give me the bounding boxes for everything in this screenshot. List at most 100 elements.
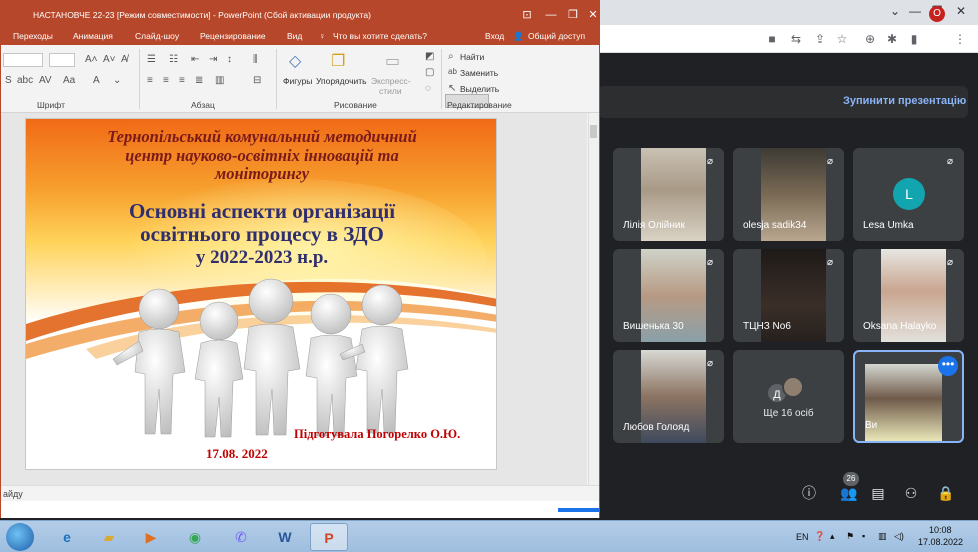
tab-review[interactable]: Рецензирование xyxy=(200,31,266,41)
media-player-icon[interactable]: ▶ xyxy=(132,523,170,551)
participant-tile[interactable]: ⌀ ТЦНЗ No6 xyxy=(733,249,844,342)
arrange-button[interactable]: Упорядочить xyxy=(316,76,367,86)
profile-avatar[interactable]: O xyxy=(929,6,945,22)
participant-tile[interactable]: ⌀ Любов Голояд xyxy=(613,350,724,443)
font-name-field[interactable] xyxy=(3,53,43,67)
shadow-icon[interactable]: abc xyxy=(17,75,33,86)
arrange-icon[interactable]: ❐ xyxy=(331,51,345,71)
tray-expand-icon[interactable]: ▴ xyxy=(830,531,835,542)
tab-animations[interactable]: Анимация xyxy=(73,31,113,41)
case-icon[interactable]: Aa xyxy=(63,75,75,86)
shape-effects-icon[interactable]: ◌ xyxy=(425,83,431,94)
sidepanel-icon[interactable]: ▮ xyxy=(906,31,922,47)
cursor-icon: ↖ xyxy=(448,83,457,94)
indent-less-icon[interactable]: ⇤ xyxy=(191,54,199,65)
close-icon[interactable]: ✕ xyxy=(583,7,603,23)
activities-icon[interactable]: ⚇ xyxy=(900,482,922,504)
select-button[interactable]: Выделить xyxy=(460,84,499,94)
ie-icon[interactable]: e xyxy=(48,523,86,551)
chevron-down-icon[interactable]: ⌄ xyxy=(884,2,906,20)
share-button[interactable]: Общий доступ xyxy=(528,31,585,41)
share-icon[interactable]: ⇪ xyxy=(812,31,828,47)
participant-tile[interactable]: ⌀ Вишенька 30 xyxy=(613,249,724,342)
camera-icon[interactable]: ■ xyxy=(764,31,780,47)
align-left-icon[interactable]: ≡ xyxy=(147,75,153,86)
shapes-button[interactable]: Фигуры xyxy=(283,76,312,86)
star-icon[interactable]: ☆ xyxy=(834,31,850,47)
close-icon[interactable]: ✕ xyxy=(950,2,972,20)
minimize-icon[interactable]: — xyxy=(541,7,561,23)
justify-icon[interactable]: ≣ xyxy=(195,75,203,86)
shape-fill-icon[interactable]: ◩ xyxy=(425,51,434,62)
clear-format-icon[interactable]: A̸ xyxy=(121,54,128,65)
quick-styles-button[interactable]: Экспресс- xyxy=(371,76,411,86)
strikethrough-icon[interactable]: S xyxy=(5,75,12,86)
spacing-icon[interactable]: AV xyxy=(39,75,52,86)
start-button[interactable] xyxy=(6,523,34,551)
info-icon[interactable]: ⓘ xyxy=(798,482,820,504)
align-right-icon[interactable]: ≡ xyxy=(179,75,185,86)
self-tile[interactable]: ••• Ви xyxy=(853,350,964,443)
replace-button[interactable]: Заменить xyxy=(460,68,498,78)
powerpoint-icon[interactable]: P xyxy=(310,523,348,551)
participant-tile[interactable]: ⌀ Лілія Олійник xyxy=(613,148,724,241)
scrollbar-thumb[interactable] xyxy=(590,125,597,138)
text-direction-icon[interactable]: ⫼ xyxy=(253,54,258,65)
translate-icon[interactable]: ⇆ xyxy=(788,31,804,47)
extension-icon[interactable]: ⊕ xyxy=(862,31,878,47)
more-participants-tile[interactable]: Д Ще 16 осіб xyxy=(733,350,844,443)
grow-font-icon[interactable]: A˄ xyxy=(85,54,98,65)
bullets-icon[interactable]: ☰ xyxy=(147,54,156,65)
line-spacing-icon[interactable]: ↕ xyxy=(227,54,232,65)
host-controls-icon[interactable]: 🔒 xyxy=(935,482,957,504)
align-center-icon[interactable]: ≡ xyxy=(163,75,169,86)
word-icon[interactable]: W xyxy=(266,523,304,551)
shapes-icon[interactable]: ◇ xyxy=(289,51,301,71)
chat-icon[interactable]: ▤ xyxy=(867,482,889,504)
viber-icon[interactable]: ✆ xyxy=(222,523,260,551)
tab-transitions[interactable]: Переходы xyxy=(13,31,53,41)
columns-icon[interactable]: ▥ xyxy=(215,75,224,86)
more-participants-label: Ще 16 осіб xyxy=(763,408,814,419)
find-button[interactable]: Найти xyxy=(460,52,484,62)
ribbon: A˄ A˅ A̸ S abc AV Aa A ⌄ Шрифт ☰ ☷ ⇤ ⇥ ↕… xyxy=(1,45,599,113)
shape-outline-icon[interactable]: ▢ xyxy=(425,67,434,78)
chrome-icon[interactable]: ◉ xyxy=(176,523,214,551)
vertical-scrollbar[interactable] xyxy=(588,113,599,485)
avatar xyxy=(782,376,804,398)
puzzle-icon[interactable]: ✱ xyxy=(884,31,900,47)
language-indicator[interactable]: EN xyxy=(796,532,809,542)
participant-tile[interactable]: ⌀ Oksana Halayko xyxy=(853,249,964,342)
numbering-icon[interactable]: ☷ xyxy=(169,54,178,65)
slide-org-line-1: Тернопільський комунальний методичний xyxy=(107,127,417,146)
volume-icon[interactable]: ◁) xyxy=(894,531,904,542)
font-color-icon[interactable]: A xyxy=(93,75,100,86)
stop-presenting-button[interactable]: Зупинити презентацію xyxy=(843,95,966,107)
flag-icon[interactable]: ⚑ xyxy=(846,531,854,542)
network-icon[interactable]: ▥ xyxy=(878,531,887,542)
tray-app-icon[interactable]: ▪ xyxy=(862,531,865,541)
clock-time[interactable]: 10:08 xyxy=(929,525,952,535)
tab-view[interactable]: Вид xyxy=(287,31,302,41)
indent-more-icon[interactable]: ⇥ xyxy=(209,54,217,65)
slide-canvas[interactable]: Тернопільський комунальний методичний це… xyxy=(25,118,497,470)
quick-styles-icon[interactable]: ▭ xyxy=(385,51,400,71)
shrink-font-icon[interactable]: A˅ xyxy=(103,54,116,65)
help-icon[interactable]: ❓ xyxy=(814,531,825,542)
align-text-icon[interactable]: ⊟ xyxy=(253,75,261,86)
ribbon-display-icon[interactable]: ⊡ xyxy=(517,7,537,23)
menu-dots-icon[interactable]: ⋮ xyxy=(952,31,968,47)
chevron-down-icon[interactable]: ⌄ xyxy=(113,75,121,86)
sign-in-link[interactable]: Вход xyxy=(485,31,504,41)
tell-me-box[interactable]: Что вы хотите сделать? xyxy=(333,31,427,41)
restore-icon[interactable]: ❐ xyxy=(563,7,583,23)
participant-tile[interactable]: L ⌀ Lesa Umka xyxy=(853,148,964,241)
tab-slideshow[interactable]: Слайд-шоу xyxy=(135,31,179,41)
clock-date[interactable]: 17.08.2022 xyxy=(918,537,963,547)
minimize-icon[interactable]: — xyxy=(904,2,926,20)
participant-tile[interactable]: ⌀ olesja sadik34 xyxy=(733,148,844,241)
more-options-icon[interactable]: ••• xyxy=(938,356,958,376)
folder-icon[interactable]: ▰ xyxy=(90,523,128,551)
font-size-field[interactable] xyxy=(49,53,75,67)
mic-off-icon: ⌀ xyxy=(946,257,954,268)
